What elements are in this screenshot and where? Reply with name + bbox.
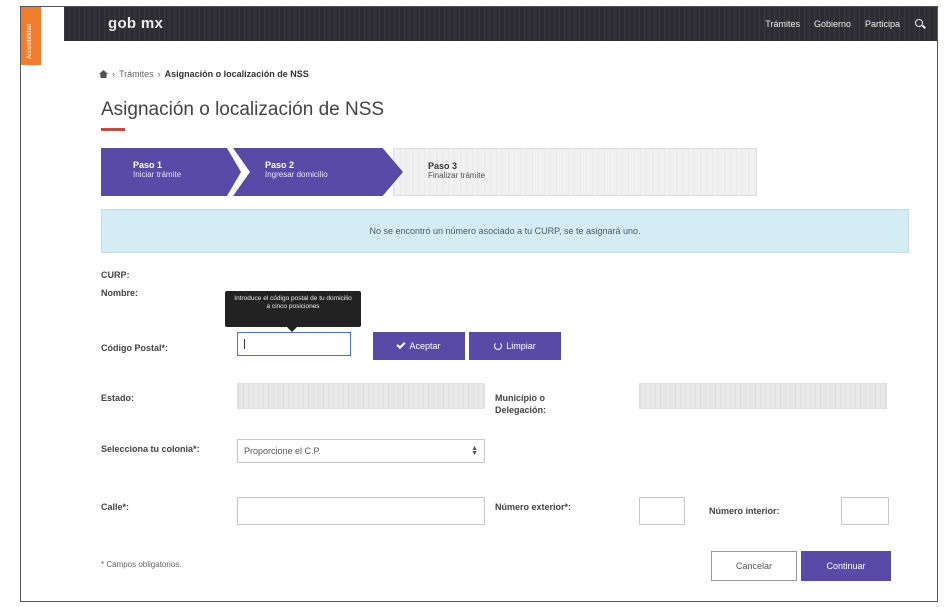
clear-button[interactable]: Limpiar: [469, 332, 561, 360]
accept-button[interactable]: Aceptar: [373, 332, 465, 360]
page-title: Asignación o localización de NSS: [101, 99, 385, 120]
accessibility-tab[interactable]: Accesibilidad: [21, 7, 41, 65]
info-alert: No se encontró un número asociado a tu C…: [101, 209, 909, 253]
step-2-title: Paso 2: [265, 160, 295, 170]
step-progress: Paso 3 Finalizar trámite Paso 2 Ingresar…: [101, 148, 757, 196]
accessibility-tab-label: Accesibilidad: [27, 23, 33, 59]
colonia-label: Selecciona tu colonia*:: [101, 444, 200, 454]
municipio-label: Municipio o Delegación:: [495, 393, 547, 415]
nombre-label: Nombre:: [101, 288, 139, 298]
step-2: Paso 2 Ingresar domicilio: [233, 148, 403, 196]
interior-number-input[interactable]: [841, 497, 889, 525]
curp-label: CURP:: [101, 270, 130, 280]
estado-field: [237, 383, 485, 409]
top-navbar: gob mx Trámites Gobierno Participa: [64, 7, 937, 41]
required-note: * Campos obligatorios.: [101, 560, 182, 569]
colonia-select[interactable]: Proporcione el C.P. ▲ ▼: [237, 439, 485, 463]
search-icon[interactable]: [914, 18, 926, 30]
continue-button[interactable]: Continuar: [801, 551, 891, 581]
estado-label: Estado:: [101, 393, 135, 403]
step-1-subtitle: Iniciar trámite: [133, 170, 182, 179]
cp-label: Código Postal*:: [101, 343, 168, 353]
step-1-title: Paso 1: [133, 160, 163, 170]
check-icon: [396, 339, 407, 350]
select-arrows-icon: ▲ ▼: [471, 445, 478, 457]
street-input[interactable]: [237, 497, 485, 525]
cancel-button[interactable]: Cancelar: [711, 551, 797, 581]
breadcrumb: › Trámites › Asignación o localización d…: [99, 69, 309, 79]
cp-tooltip: Introduce el código postal de tu domicil…: [225, 291, 361, 332]
num-ext-label: Número exterior*:: [495, 502, 572, 512]
postal-code-input[interactable]: [237, 332, 351, 356]
step-3-subtitle: Finalizar trámite: [428, 171, 485, 180]
nav-gobierno[interactable]: Gobierno: [814, 19, 851, 29]
title-underline: [101, 128, 125, 131]
nav-tramites[interactable]: Trámites: [765, 19, 800, 29]
home-icon[interactable]: [99, 70, 108, 78]
header-nav: Trámites Gobierno Participa: [765, 18, 926, 30]
exterior-number-input[interactable]: [639, 497, 685, 525]
breadcrumb-tramites[interactable]: Trámites: [119, 69, 154, 79]
step-3-title: Paso 3: [428, 161, 458, 171]
nav-participa[interactable]: Participa: [865, 19, 900, 29]
step-2-subtitle: Ingresar domicilio: [265, 170, 328, 179]
step-3: Paso 3 Finalizar trámite: [393, 148, 757, 196]
municipio-field: [639, 383, 887, 409]
gobmx-logo[interactable]: gob mx: [108, 15, 163, 32]
browser-frame: Accesibilidad gob mx Trámites Gobierno P…: [20, 6, 938, 602]
step-1: Paso 1 Iniciar trámite: [101, 148, 241, 196]
refresh-icon: [494, 342, 503, 350]
breadcrumb-current: Asignación o localización de NSS: [164, 69, 309, 79]
num-int-label: Número interior:: [709, 506, 780, 516]
text-caret: [244, 339, 245, 349]
calle-label: Calle*:: [101, 502, 130, 512]
